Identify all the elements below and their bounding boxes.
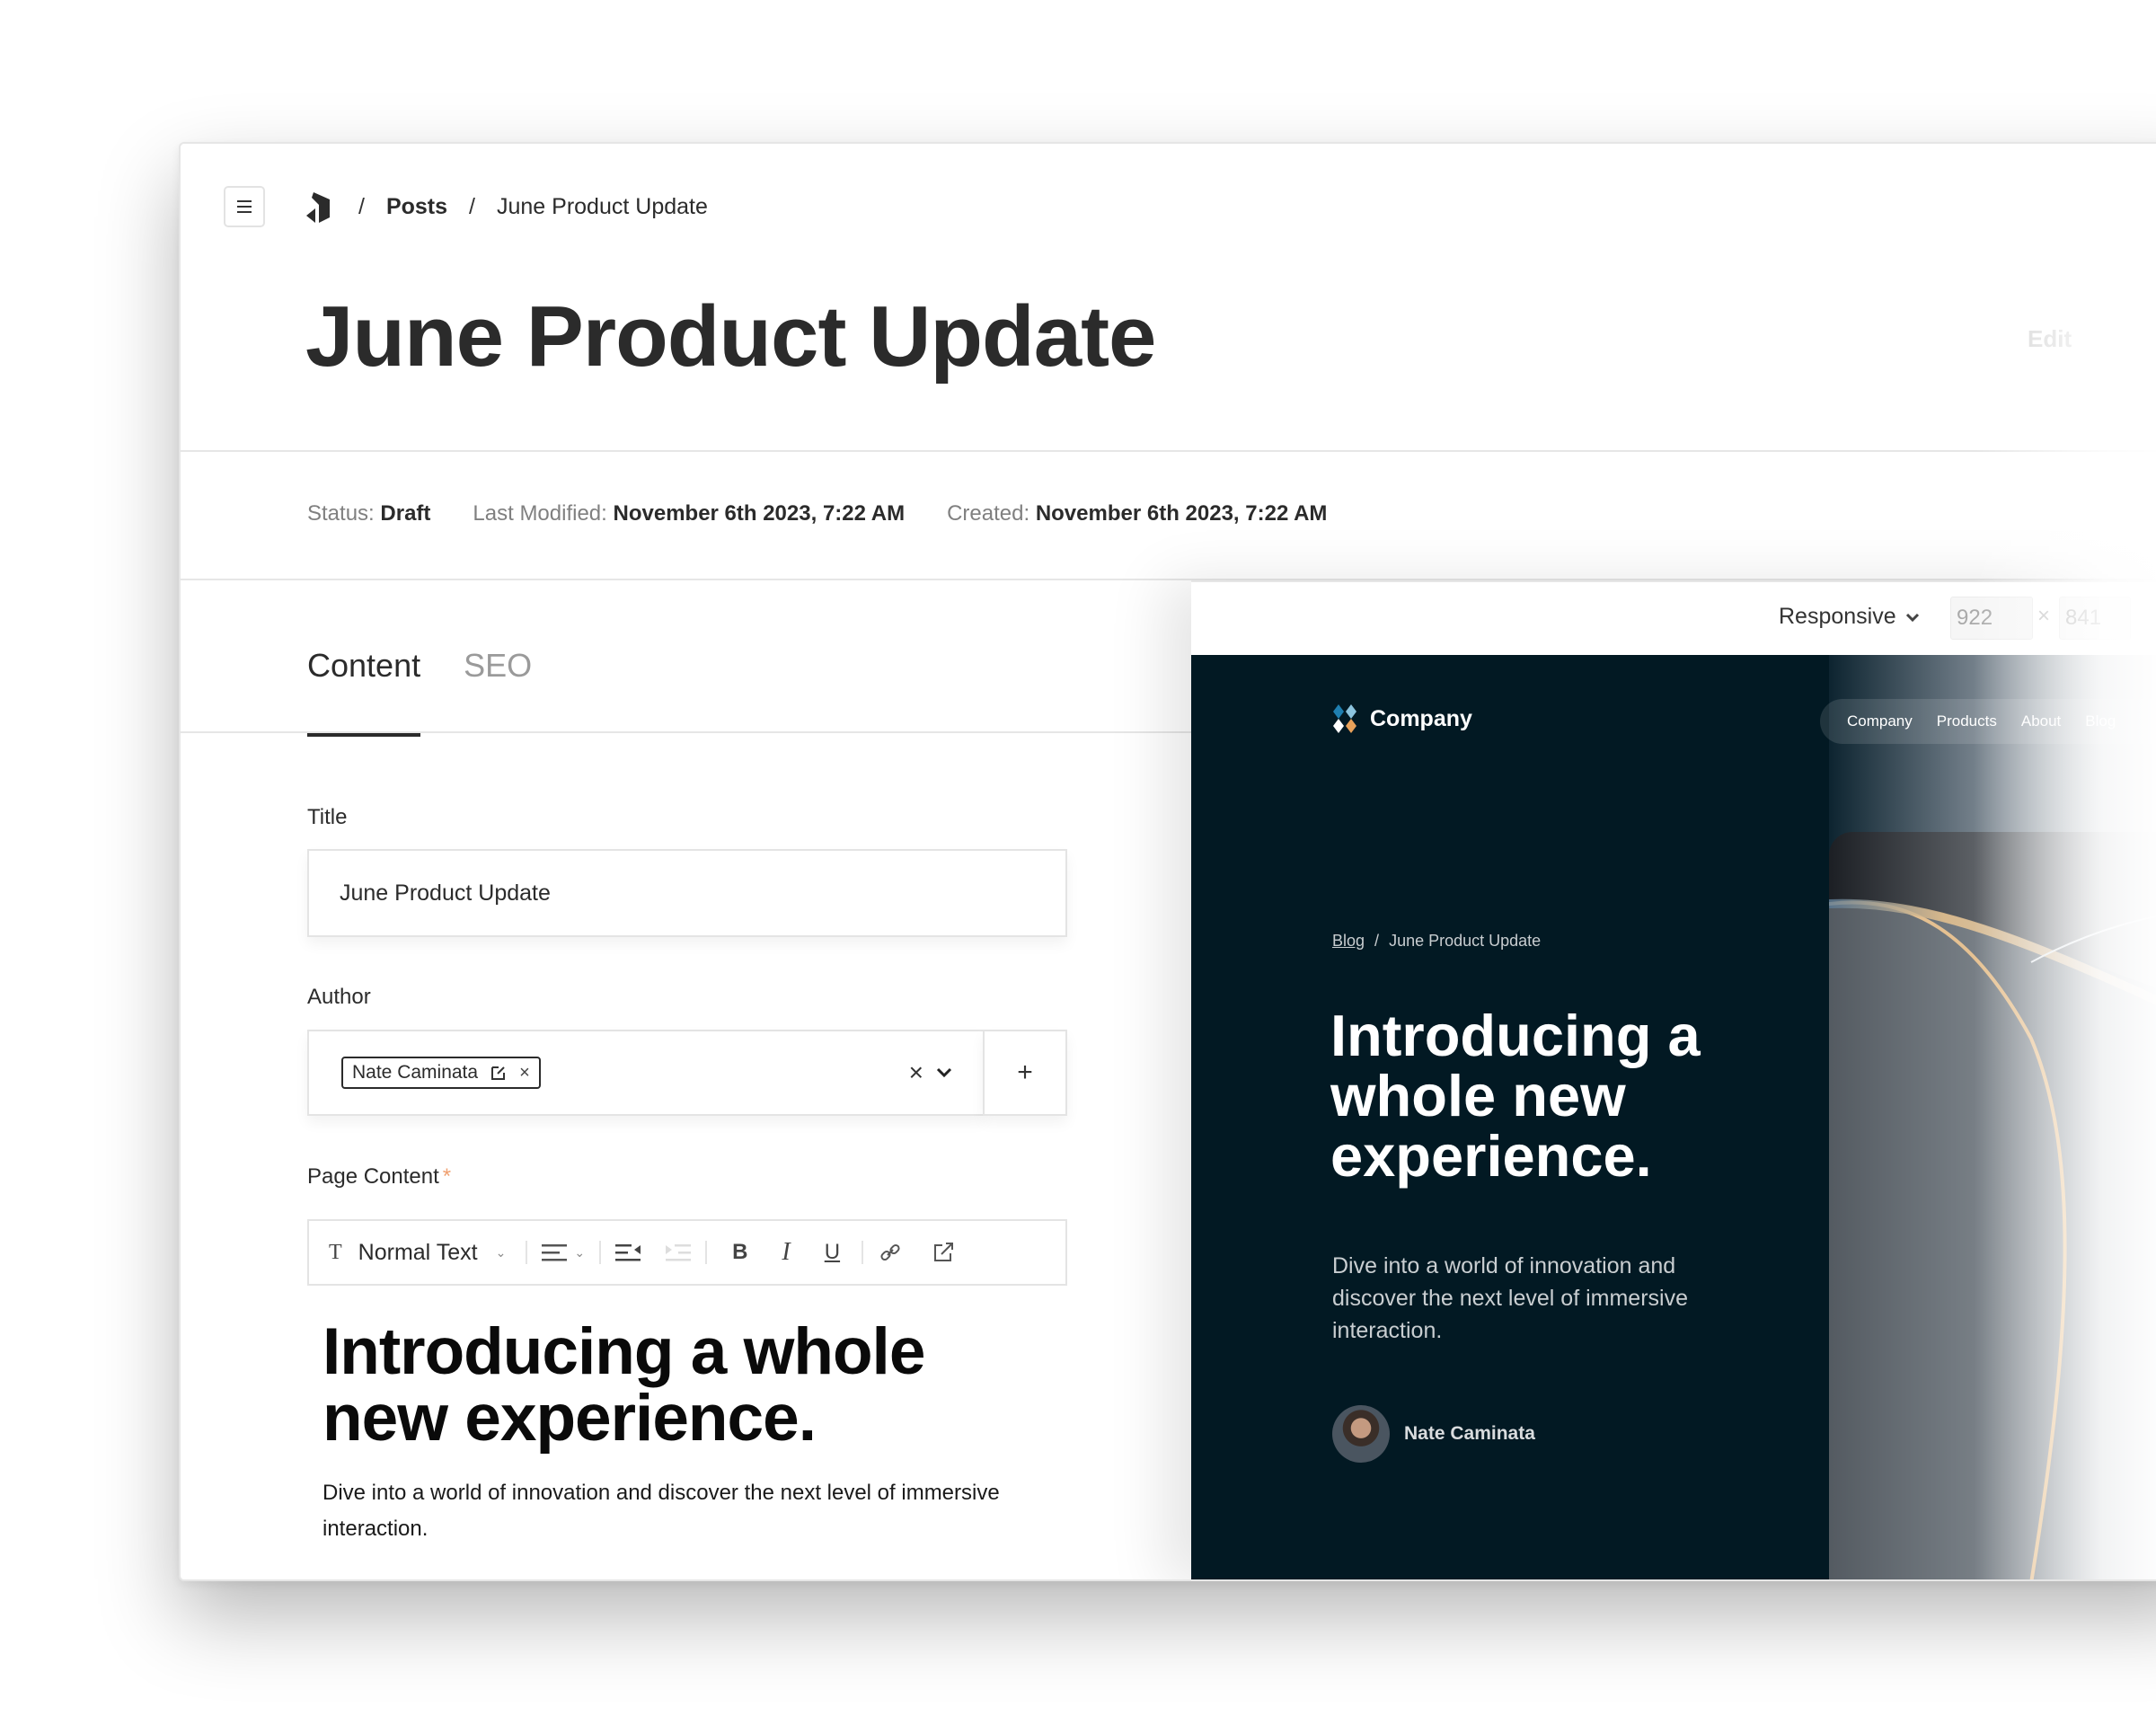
created-meta: Created: November 6th 2023, 7:22 AM — [947, 501, 1327, 526]
preview-site: Company Company Products About Blog Blog… — [1191, 655, 2156, 1579]
site-brand-name: Company — [1370, 705, 1472, 731]
link-icon — [880, 1243, 900, 1261]
author-select[interactable]: Nate Caminata × × — [307, 1030, 985, 1116]
editor-heading[interactable]: Introducing a whole new experience. — [323, 1319, 1041, 1452]
created-value: November 6th 2023, 7:22 AM — [1035, 501, 1328, 526]
breakpoint-select[interactable]: Responsive — [1779, 604, 1920, 630]
breadcrumb-separator: / — [469, 193, 475, 219]
site-nav-about[interactable]: About — [2021, 712, 2061, 730]
preview-toolbar: Responsive 922 × 841 — [1191, 580, 2156, 655]
external-link-button[interactable] — [932, 1242, 957, 1263]
indent-button[interactable] — [666, 1242, 692, 1263]
site-nav: Company Products About Blog — [1820, 699, 2156, 744]
status-meta: Status: Draft — [307, 501, 430, 526]
italic-button[interactable]: I — [782, 1238, 790, 1267]
toolbar-divider — [862, 1241, 864, 1264]
editor-paragraph[interactable]: Dive into a world of innovation and disc… — [323, 1475, 1005, 1547]
preview-width-input[interactable]: 922 — [1950, 597, 2033, 640]
author-label: Author — [307, 985, 371, 1009]
text-style-icon: T — [329, 1240, 342, 1264]
title-label: Title — [307, 805, 348, 829]
site-breadcrumb: Blog / June Product Update — [1332, 932, 1541, 951]
live-preview-panel: Responsive 922 × 841 Company Company Pro… — [1191, 580, 2156, 1579]
indent-icon — [666, 1244, 692, 1261]
add-author-button[interactable]: + — [983, 1030, 1067, 1116]
preview-height-input[interactable]: 841 — [2059, 597, 2131, 640]
external-link-icon — [934, 1243, 954, 1261]
meta-row: Status: Draft Last Modified: November 6t… — [307, 501, 1369, 526]
menu-button[interactable] — [224, 186, 265, 227]
breadcrumb-current: June Product Update — [497, 193, 708, 219]
site-author: Nate Caminata — [1332, 1405, 1535, 1463]
edit-icon[interactable] — [490, 1065, 507, 1081]
tabs: Content SEO — [307, 647, 575, 737]
tab-seo[interactable]: SEO — [464, 647, 532, 737]
breadcrumb: / Posts / June Product Update — [306, 189, 708, 225]
site-heading: Introducing a whole new experience. — [1330, 1003, 1701, 1189]
bold-button[interactable]: B — [732, 1240, 747, 1265]
link-button[interactable] — [878, 1242, 903, 1263]
outdent-icon — [615, 1244, 641, 1261]
chevron-down-icon: ⌄ — [495, 1244, 507, 1260]
site-nav-products[interactable]: Products — [1937, 712, 1997, 730]
page-content-label: Page Content * — [307, 1164, 451, 1190]
author-chip-name: Nate Caminata — [352, 1062, 479, 1083]
chevron-down-icon: ⌄ — [574, 1244, 586, 1260]
page-content-label-text: Page Content — [307, 1164, 439, 1189]
site-paragraph: Dive into a world of innovation and disc… — [1332, 1253, 1688, 1343]
hamburger-icon — [237, 200, 252, 213]
breadcrumb-posts-link[interactable]: Posts — [386, 194, 447, 220]
avatar — [1332, 1405, 1390, 1463]
status-label: Status: — [307, 501, 375, 526]
toolbar-divider — [526, 1241, 528, 1264]
status-badge: Draft — [380, 501, 431, 526]
site-author-name: Nate Caminata — [1404, 1423, 1535, 1444]
company-logo-icon — [1333, 704, 1356, 733]
last-modified-meta: Last Modified: November 6th 2023, 7:22 A… — [473, 501, 905, 526]
site-nav-company[interactable]: Company — [1847, 712, 1913, 730]
last-modified-label: Last Modified: — [473, 501, 607, 526]
tab-content[interactable]: Content — [307, 647, 421, 737]
chevron-down-icon[interactable] — [936, 1067, 952, 1078]
site-brand[interactable]: Company — [1330, 704, 1472, 733]
required-indicator: * — [442, 1164, 452, 1189]
breadcrumb-separator: / — [358, 193, 365, 219]
author-chip: Nate Caminata × — [341, 1057, 541, 1089]
rich-text-toolbar: T Normal Text ⌄ ⌄ B I U — [307, 1219, 1067, 1286]
underline-button[interactable]: U — [825, 1240, 840, 1265]
toolbar-divider — [705, 1241, 708, 1264]
clear-selection-icon[interactable]: × — [909, 1058, 923, 1087]
edit-button[interactable]: Edit — [2028, 325, 2072, 353]
header-divider — [181, 450, 2156, 452]
site-breadcrumb-separator: / — [1374, 932, 1380, 950]
site-breadcrumb-current: June Product Update — [1389, 932, 1542, 950]
dimension-separator: × — [2037, 604, 2051, 628]
toolbar-divider — [599, 1241, 602, 1264]
page-title: June Product Update — [305, 288, 1156, 385]
hero-image — [1829, 832, 2156, 1579]
chevron-down-icon — [1905, 613, 1919, 622]
site-nav-blog[interactable]: Blog — [2085, 712, 2116, 730]
breakpoint-label: Responsive — [1779, 604, 1896, 629]
text-style-dropdown[interactable]: T Normal Text ⌄ — [309, 1240, 506, 1266]
created-label: Created: — [947, 501, 1030, 526]
remove-author-icon[interactable]: × — [519, 1063, 530, 1084]
outdent-button[interactable] — [615, 1242, 641, 1263]
align-dropdown[interactable]: ⌄ — [542, 1242, 585, 1263]
title-input[interactable]: June Product Update — [307, 849, 1067, 937]
hero-abstract-curve — [1829, 898, 2156, 1579]
brand-logo-icon[interactable] — [306, 190, 335, 223]
site-breadcrumb-blog[interactable]: Blog — [1332, 932, 1365, 950]
post-editor-window: / Posts / June Product Update June Produ… — [179, 142, 2156, 1581]
text-style-label: Normal Text — [358, 1239, 478, 1265]
align-left-icon — [542, 1244, 568, 1261]
last-modified-value: November 6th 2023, 7:22 AM — [613, 501, 906, 526]
tabs-divider — [181, 731, 1191, 733]
